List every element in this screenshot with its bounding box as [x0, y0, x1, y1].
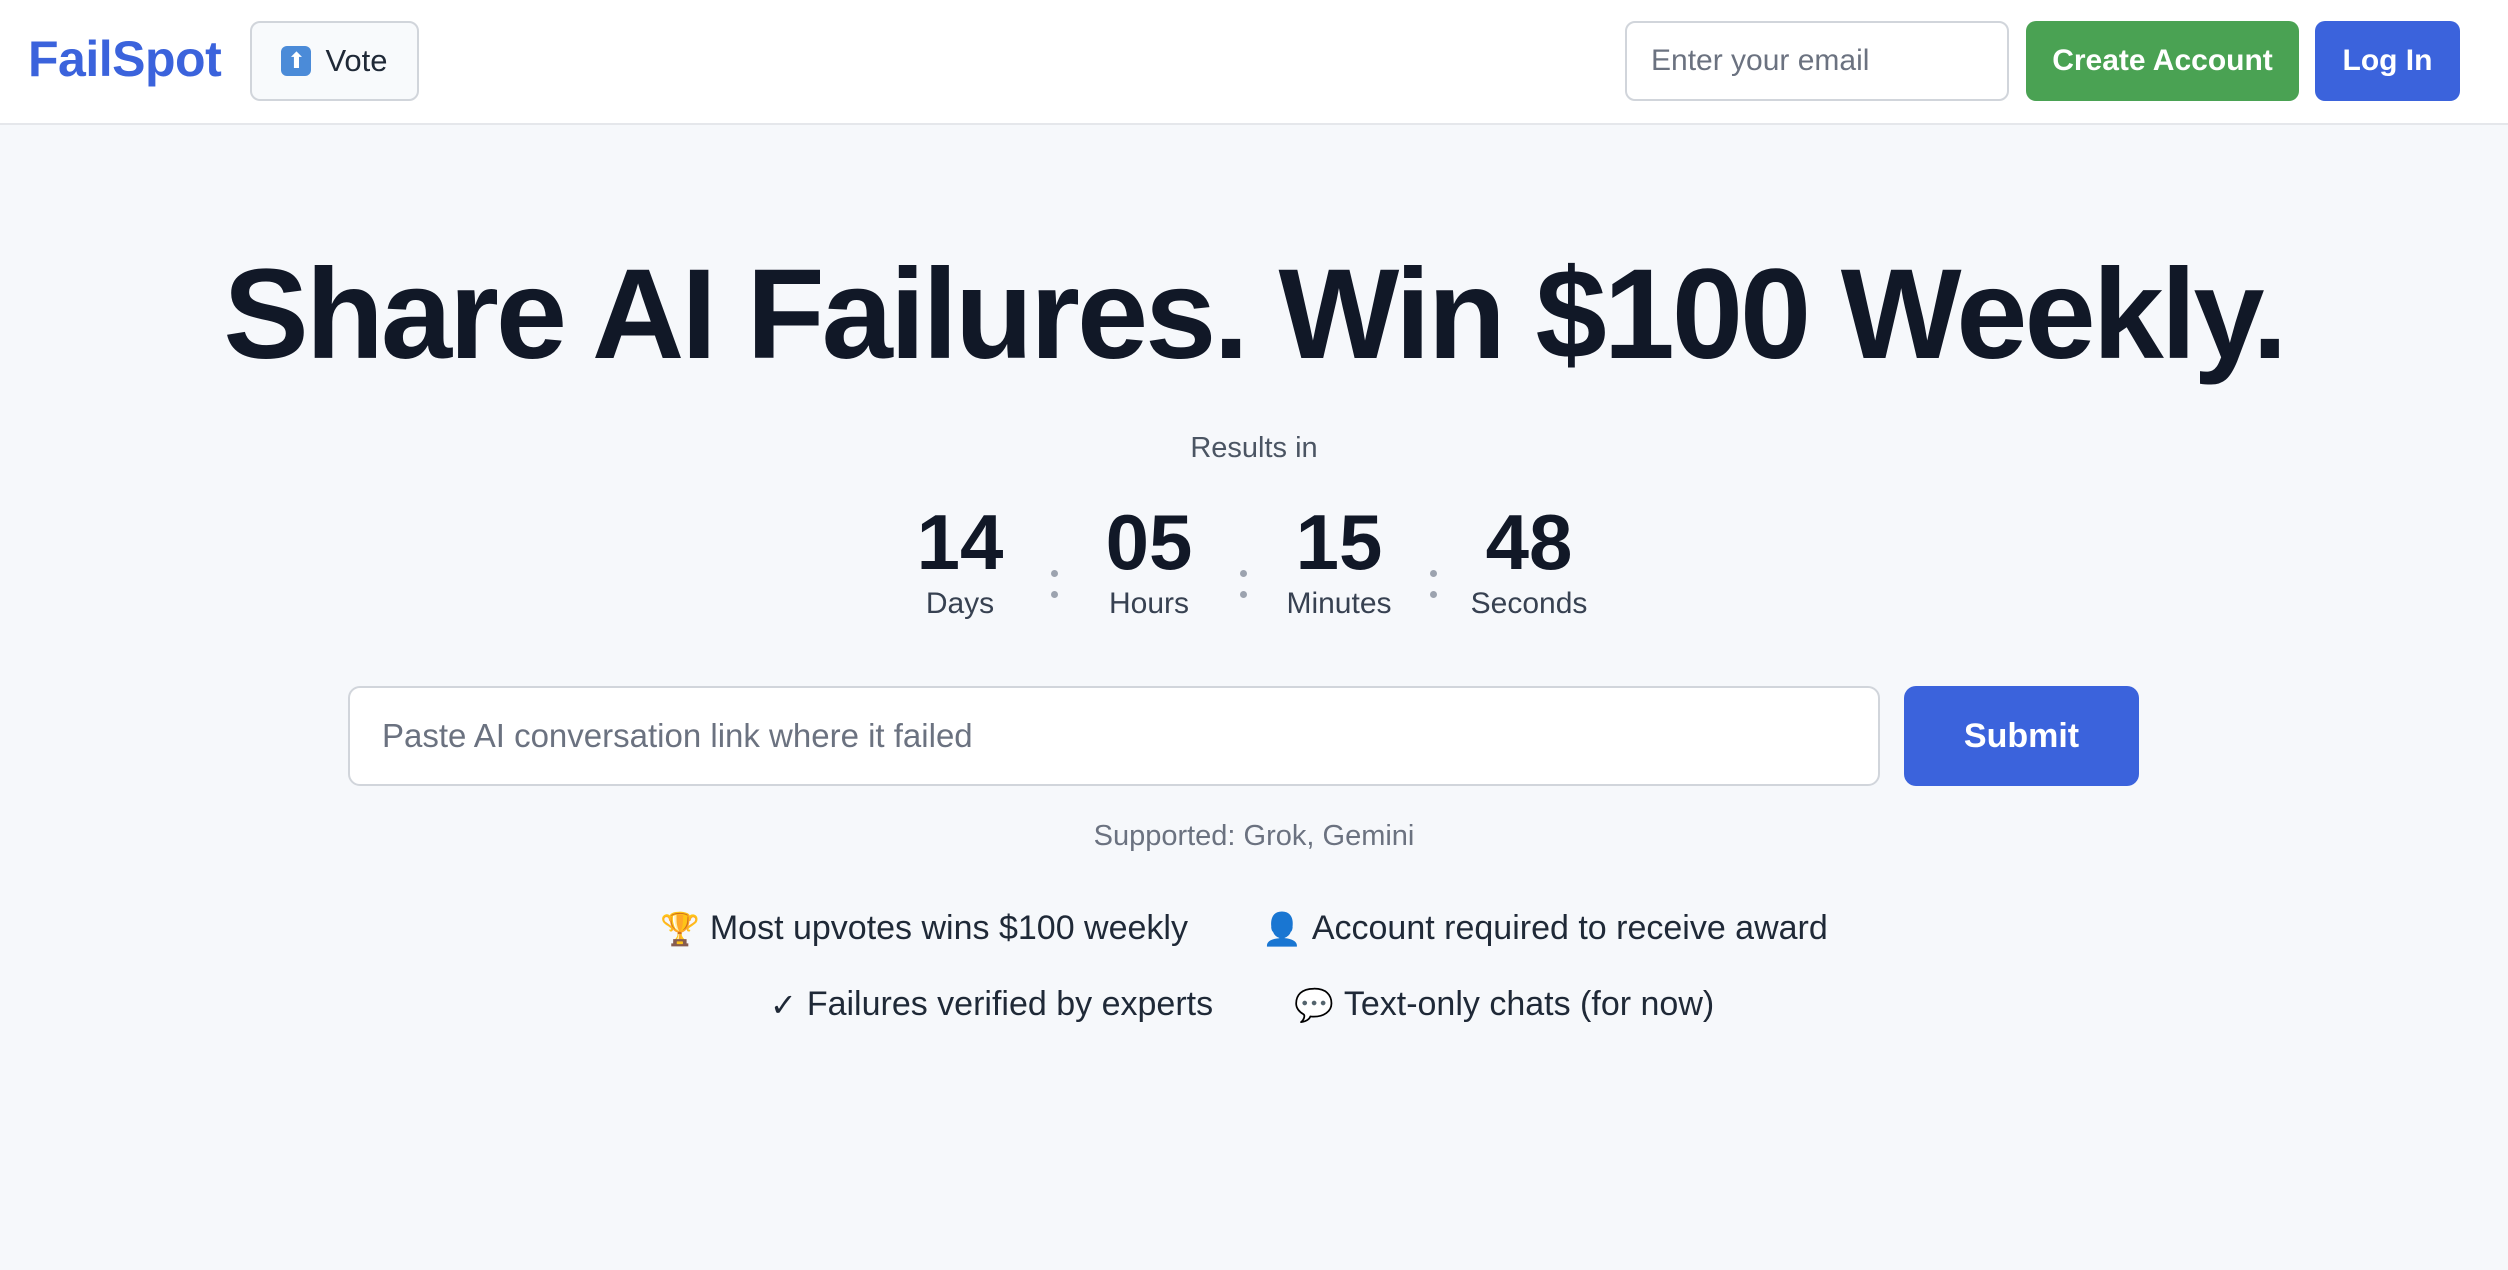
logo[interactable]: FailSpot [28, 30, 222, 88]
feature-text: Most upvotes wins $100 weekly [709, 909, 1188, 947]
trophy-icon: 🏆 [660, 910, 700, 947]
countdown-hours-value: 05 [1105, 498, 1193, 586]
submit-button[interactable]: Submit [1904, 686, 2139, 786]
results-label: Results in [1190, 432, 1318, 464]
feature-text: Text-only chats (for now) [1343, 985, 1715, 1023]
page-headline: Share AI Failures. Win $100 Weekly. [223, 243, 2287, 386]
vote-button[interactable]: ⬆ Vote [250, 21, 419, 101]
countdown-separator [1428, 570, 1438, 598]
countdown-minutes: 15 Minutes [1259, 500, 1419, 624]
check-icon: ✓ [770, 986, 797, 1023]
vote-button-label: Vote [325, 43, 388, 78]
speech-bubble-icon: 💬 [1294, 986, 1334, 1023]
countdown-seconds: 48 Seconds [1449, 500, 1609, 624]
countdown-separator [1238, 570, 1248, 598]
feature-item-upvotes: 🏆 Most upvotes wins $100 weekly [660, 909, 1188, 948]
top-navigation-bar: FailSpot ⬆ Vote Create Account Log In [0, 0, 2508, 125]
feature-text: Failures verified by experts [806, 985, 1214, 1023]
conversation-link-input[interactable] [348, 686, 1880, 786]
countdown-hours: 05 Hours [1069, 500, 1229, 624]
feature-item-verified: ✓ Failures verified by experts [770, 985, 1213, 1024]
countdown-minutes-value: 15 [1295, 498, 1383, 586]
countdown-minutes-label: Minutes [1286, 587, 1392, 620]
countdown-seconds-value: 48 [1485, 498, 1573, 586]
login-button[interactable]: Log In [2315, 21, 2460, 101]
person-icon: 👤 [1262, 910, 1302, 947]
countdown-timer: 14 Days 05 Hours 15 Minutes 48 Seconds [0, 500, 2508, 630]
countdown-hours-label: Hours [1108, 587, 1190, 620]
countdown-days-value: 14 [916, 498, 1004, 586]
feature-item-account: 👤 Account required to receive award [1262, 909, 1828, 948]
create-account-button[interactable]: Create Account [2026, 21, 2299, 101]
feature-text: Account required to receive award [1311, 909, 1828, 947]
feature-item-text-only: 💬 Text-only chats (for now) [1294, 985, 1714, 1024]
countdown-separator [1049, 570, 1059, 598]
up-arrow-icon: ⬆ [281, 46, 312, 76]
countdown-days-label: Days [925, 587, 995, 620]
supported-platforms-text: Supported: Grok, Gemini [1093, 820, 1415, 852]
countdown-seconds-label: Seconds [1470, 587, 1588, 620]
email-input[interactable] [1625, 21, 2009, 101]
countdown-days: 14 Days [880, 500, 1040, 624]
